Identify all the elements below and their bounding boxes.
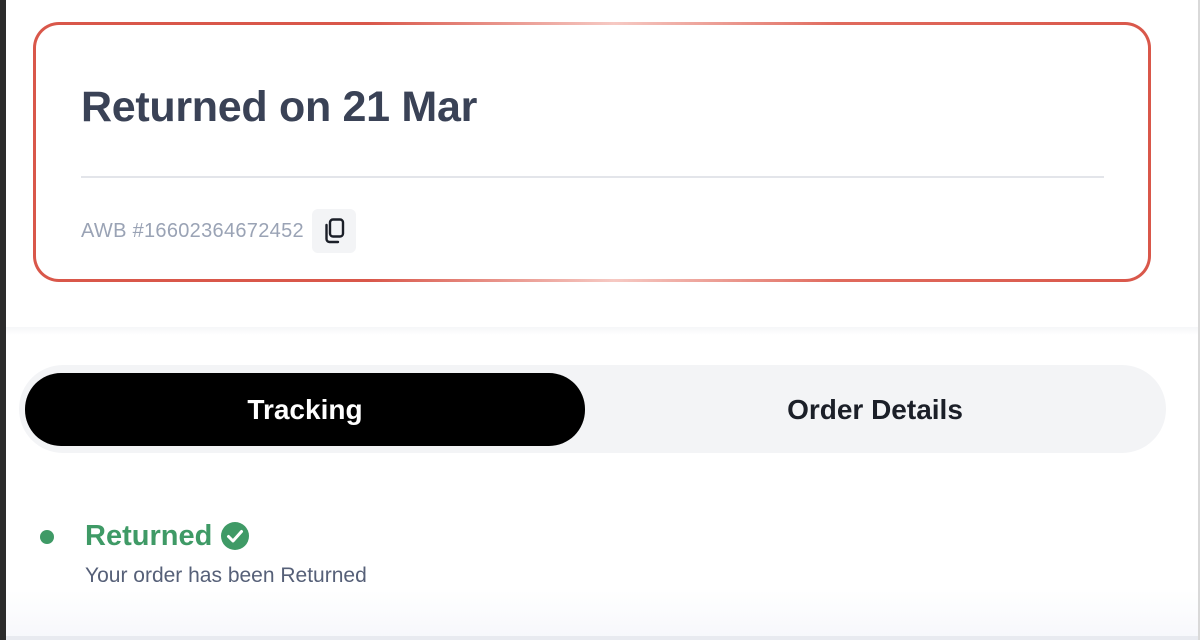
awb-row: AWB #16602364672452 — [81, 209, 356, 253]
status-title: Returned on 21 Mar — [81, 83, 478, 131]
tab-tracking[interactable]: Tracking — [25, 373, 585, 446]
tab-bar: Tracking Order Details — [19, 365, 1166, 453]
check-circle-icon — [220, 521, 250, 551]
card-divider — [81, 176, 1104, 178]
awb-number: AWB #16602364672452 — [81, 219, 304, 242]
section-separator — [6, 327, 1198, 335]
bottom-fade — [6, 590, 1198, 640]
shipment-status-card: Returned on 21 Mar AWB #16602364672452 — [33, 22, 1151, 282]
bottom-divider — [6, 636, 1198, 640]
tab-order-details[interactable]: Order Details — [591, 373, 1159, 446]
order-tracking-page: Returned on 21 Mar AWB #16602364672452 T… — [6, 0, 1198, 640]
timeline-dot — [40, 530, 54, 544]
event-title: Returned — [85, 519, 213, 552]
copy-icon — [321, 217, 347, 245]
copy-awb-button[interactable] — [311, 209, 356, 253]
event-description: Your order has been Returned — [85, 564, 367, 587]
timeline-event: Returned — [85, 516, 250, 556]
